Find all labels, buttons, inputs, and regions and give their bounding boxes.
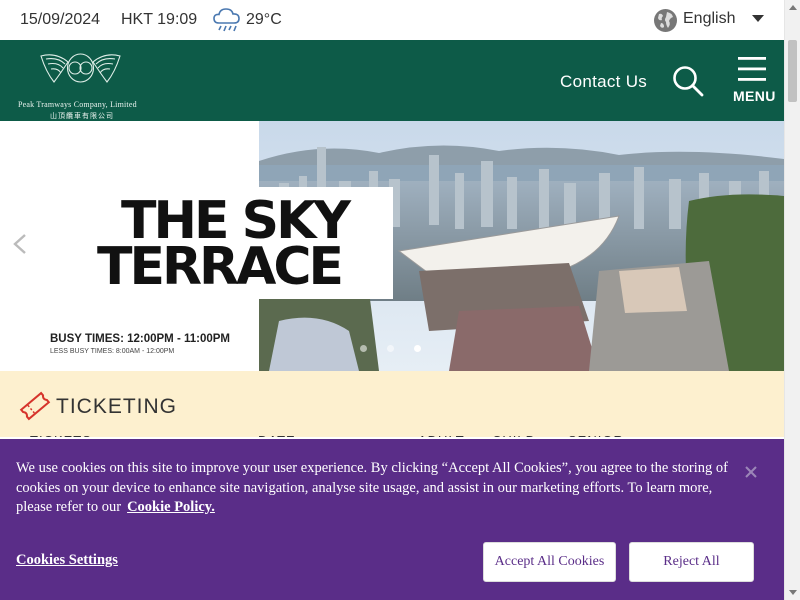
cookie-message: We use cookies on this site to improve y…: [16, 459, 736, 518]
scroll-up-arrow-icon[interactable]: [789, 5, 797, 10]
accept-all-cookies-button[interactable]: Accept All Cookies: [483, 542, 616, 582]
language-selector[interactable]: English: [683, 10, 735, 28]
chevron-down-icon[interactable]: [752, 15, 764, 22]
page-scrollbar[interactable]: [784, 0, 800, 600]
current-time: HKT 19:09: [121, 11, 198, 28]
reject-all-button[interactable]: Reject All: [629, 542, 754, 582]
busy-times: BUSY TIMES: 12:00PM - 11:00PM: [50, 333, 231, 345]
cookies-settings-link[interactable]: Cookies Settings: [16, 552, 118, 569]
carousel-dot-active[interactable]: [414, 345, 421, 352]
contact-us-link[interactable]: Contact Us: [560, 72, 647, 92]
ticketing-title: TICKETING: [56, 395, 178, 418]
scrollbar-thumb[interactable]: [788, 40, 797, 102]
carousel-prev-icon[interactable]: [12, 233, 28, 255]
cookie-consent-banner: We use cookies on this site to improve y…: [0, 437, 784, 600]
company-name: Peak Tramways Company, Limited: [18, 100, 137, 109]
hamburger-menu-icon[interactable]: [738, 57, 766, 81]
carousel-dot[interactable]: [360, 345, 367, 352]
rain-cloud-icon: [213, 8, 240, 32]
scroll-down-arrow-icon[interactable]: [789, 590, 797, 595]
temperature: 29°C: [246, 11, 282, 28]
cookie-message-text: We use cookies on this site to improve y…: [16, 460, 728, 515]
current-date: 15/09/2024: [20, 11, 101, 28]
close-icon[interactable]: [744, 465, 758, 479]
site-header: Peak Tramways Company, Limited 山頂纜車有限公司 …: [0, 40, 784, 121]
carousel-dots: [360, 345, 421, 352]
cookie-policy-link[interactable]: Cookie Policy.: [127, 499, 215, 515]
company-logo[interactable]: Peak Tramways Company, Limited 山頂纜車有限公司: [8, 50, 153, 120]
less-busy-times: LESS BUSY TIMES: 8:00AM - 12:00PM: [50, 348, 175, 355]
globe-icon[interactable]: [653, 8, 678, 33]
tram-wings-icon: [40, 53, 121, 83]
search-icon[interactable]: [672, 65, 704, 97]
menu-button[interactable]: MENU: [733, 88, 776, 104]
carousel-dot[interactable]: [387, 345, 394, 352]
hero-title-line-2: TERRACE: [97, 237, 344, 297]
top-utility-bar: 15/09/2024 HKT 19:09 29°C English: [0, 0, 784, 40]
ticket-icon: [19, 391, 51, 421]
company-name-chinese: 山頂纜車有限公司: [50, 113, 114, 120]
hero-carousel[interactable]: THE SKY TERRACE BUSY TIMES: 12:00PM - 11…: [0, 121, 784, 371]
hero-title-box: THE SKY TERRACE: [93, 187, 393, 299]
